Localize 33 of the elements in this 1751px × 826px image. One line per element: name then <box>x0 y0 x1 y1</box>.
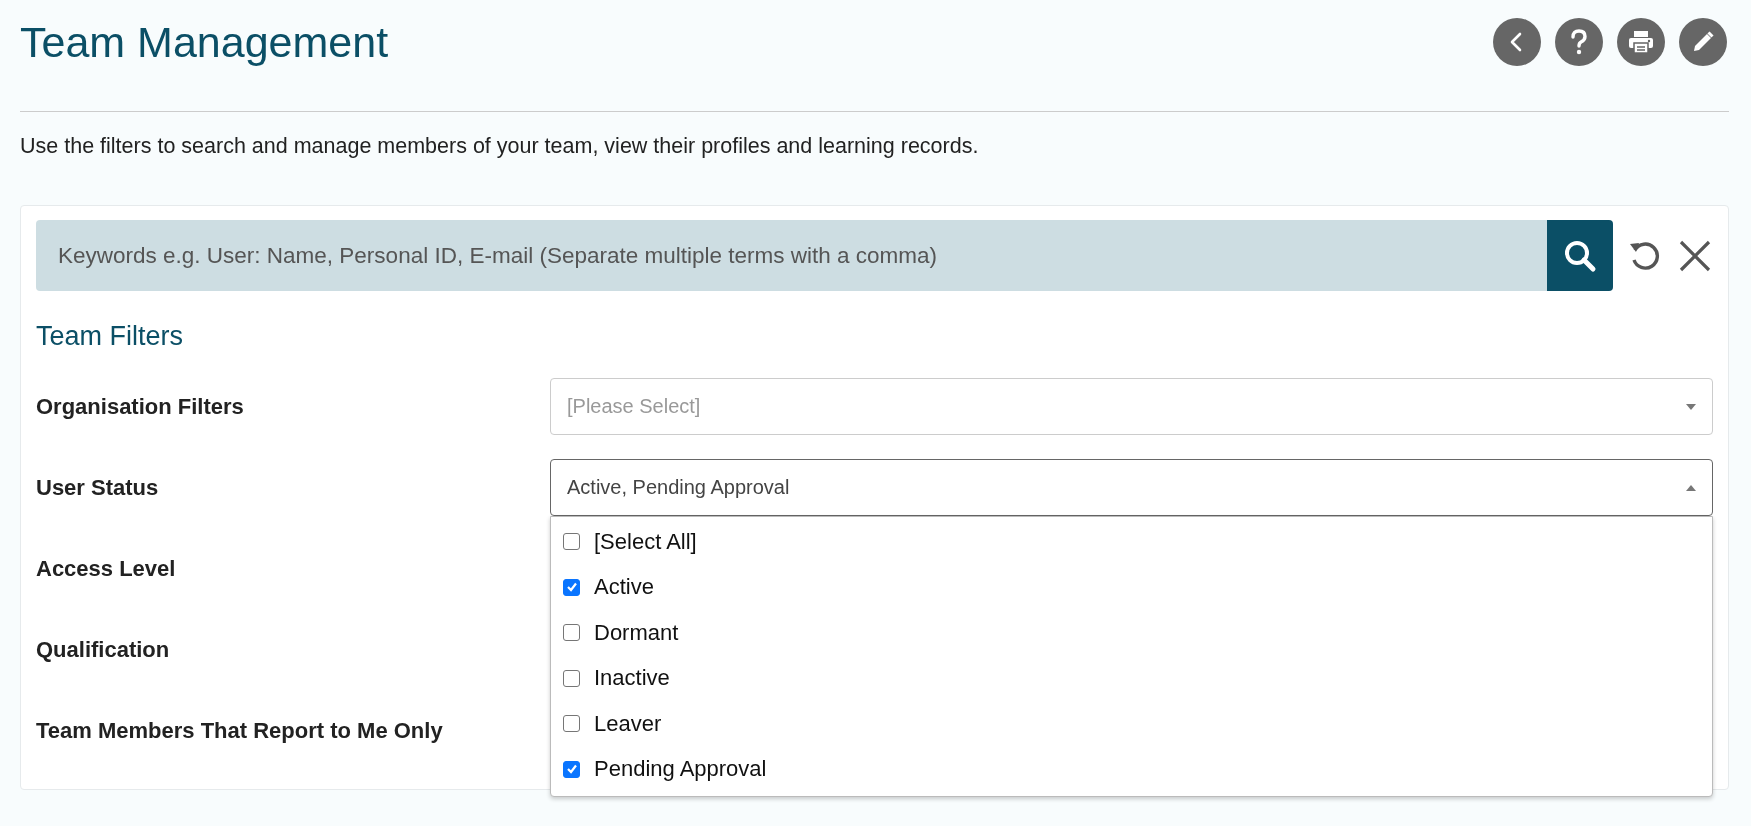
dropdown-option[interactable]: Inactive <box>551 655 1712 701</box>
pencil-icon <box>1691 30 1715 54</box>
printer-icon <box>1628 30 1654 54</box>
checkbox[interactable] <box>563 533 580 551</box>
dropdown-option[interactable]: Active <box>551 564 1712 610</box>
caret-icon <box>1686 403 1696 410</box>
dropdown-field[interactable]: Active, Pending Approval <box>550 459 1713 516</box>
page-description: Use the filters to search and manage members of your team, view their profiles and learning records. <box>20 134 980 159</box>
checkbox[interactable] <box>563 760 580 778</box>
dropdown-option[interactable]: Leaver <box>551 701 1712 747</box>
caret-icon <box>1686 484 1696 491</box>
filter-label: Access Level <box>36 555 177 582</box>
search-icon <box>1563 238 1597 273</box>
edit-button[interactable] <box>1679 18 1727 66</box>
dropdown-option[interactable]: [Select All] <box>551 519 1712 565</box>
search-button[interactable] <box>1547 220 1613 291</box>
back-button[interactable] <box>1493 18 1541 66</box>
help-icon <box>1568 29 1590 55</box>
checkbox[interactable] <box>563 669 580 687</box>
checkbox[interactable] <box>563 715 580 733</box>
dropdown-option[interactable]: Dormant <box>551 610 1712 656</box>
filter-label: Qualification <box>36 636 171 663</box>
filter-label: User Status <box>36 474 160 501</box>
checkbox[interactable] <box>563 578 580 596</box>
filter-label: Team Members That Report to Me Only <box>36 717 444 744</box>
search-field[interactable]: Keywords e.g. User: Name, Personal ID, E-mail (Separate multiple terms with a comma) <box>36 220 1547 291</box>
help-button[interactable] <box>1555 18 1603 66</box>
print-button[interactable] <box>1617 18 1665 66</box>
section-heading: Team Filters <box>36 321 185 352</box>
checkbox[interactable] <box>563 624 580 642</box>
page-title: Team Management <box>20 17 389 67</box>
filter-label: Organisation Filters <box>36 393 245 420</box>
dropdown-option[interactable]: Pending Approval <box>551 746 1712 792</box>
